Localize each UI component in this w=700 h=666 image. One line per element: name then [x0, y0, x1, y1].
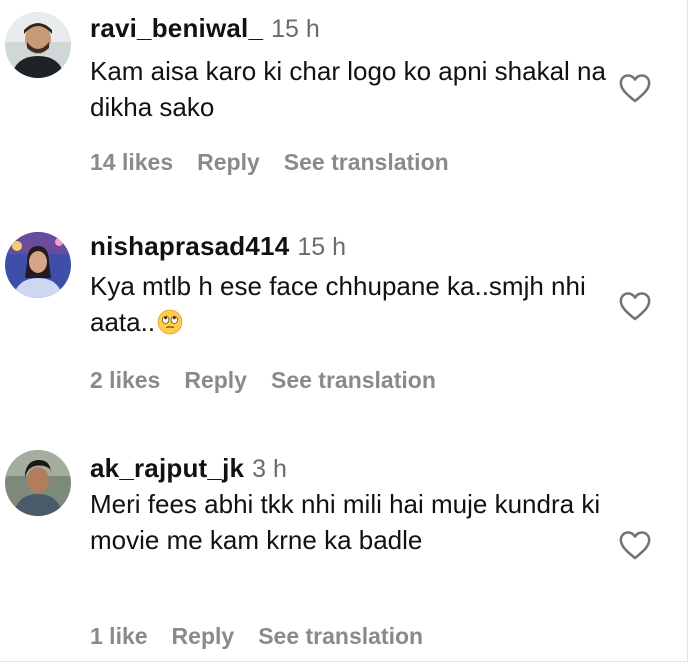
heart-outline-icon	[619, 292, 651, 321]
like-button[interactable]	[618, 72, 652, 104]
avatar[interactable]	[5, 12, 71, 78]
reply-button[interactable]: Reply	[172, 623, 235, 649]
comment-header: ak_rajput_jk 3 h	[90, 450, 608, 486]
comment-body: ravi_beniwal_ 15 h Kam aisa karo ki char …	[90, 10, 608, 125]
username[interactable]: ak_rajput_jk	[90, 453, 244, 483]
likes-count[interactable]: 1 like	[90, 623, 148, 649]
comments-panel: ravi_beniwal_ 15 h Kam aisa karo ki char …	[0, 0, 688, 662]
username[interactable]: ravi_beniwal_	[90, 13, 263, 43]
avatar[interactable]	[5, 232, 71, 298]
avatar-photo-icon	[5, 12, 71, 78]
reply-button[interactable]: Reply	[197, 149, 260, 175]
username[interactable]: nishaprasad414	[90, 231, 289, 261]
timestamp[interactable]: 3 h	[252, 455, 287, 483]
face-with-rolling-eyes-icon	[157, 309, 183, 335]
like-button[interactable]	[618, 529, 652, 561]
reply-button[interactable]: Reply	[184, 367, 247, 393]
see-translation-button[interactable]: See translation	[258, 623, 423, 649]
comment-header: nishaprasad414 15 h	[90, 228, 608, 264]
avatar-photo-icon	[5, 450, 71, 516]
comment-meta: 2 likes Reply See translation	[90, 365, 460, 395]
comment-meta: 14 likes Reply See translation	[90, 147, 473, 177]
likes-count[interactable]: 14 likes	[90, 149, 173, 175]
avatar[interactable]	[5, 450, 71, 516]
see-translation-button[interactable]: See translation	[271, 367, 436, 393]
avatar-photo-icon	[5, 232, 71, 298]
timestamp[interactable]: 15 h	[297, 233, 346, 261]
comment-text: Kam aisa karo ki char logo ko apni shaka…	[90, 56, 606, 122]
comment-header: ravi_beniwal_ 15 h	[90, 10, 608, 46]
heart-outline-icon	[619, 531, 651, 560]
timestamp[interactable]: 15 h	[271, 15, 320, 43]
comment-text: Meri fees abhi tkk nhi mili hai muje kun…	[90, 489, 601, 555]
comment-body: nishaprasad414 15 h Kya mtlb h ese face c…	[90, 228, 608, 340]
comment-body: ak_rajput_jk 3 h Meri fees abhi tkk nhi m…	[90, 450, 608, 558]
comment-meta: 1 like Reply See translation	[90, 621, 447, 651]
heart-outline-icon	[619, 74, 651, 103]
see-translation-button[interactable]: See translation	[284, 149, 449, 175]
comment-text: Kya mtlb h ese face chhupane ka..smjh nh…	[90, 268, 608, 340]
likes-count[interactable]: 2 likes	[90, 367, 160, 393]
like-button[interactable]	[618, 290, 652, 322]
